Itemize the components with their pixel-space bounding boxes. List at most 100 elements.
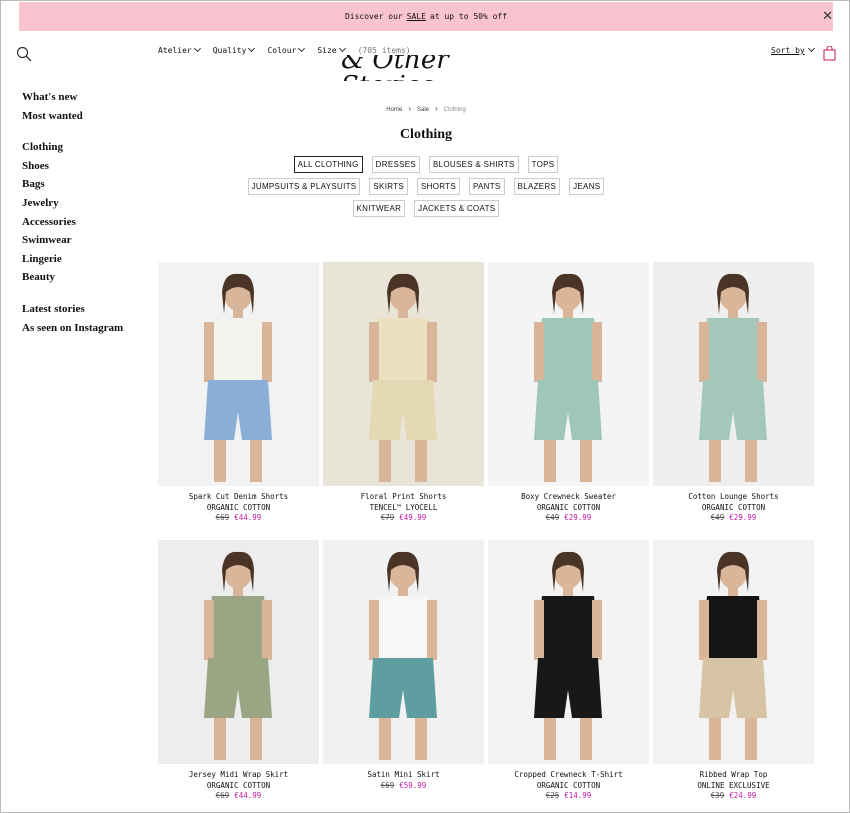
breadcrumb-current: Clothing: [443, 107, 466, 113]
breadcrumb-home[interactable]: Home: [386, 107, 402, 113]
product-card[interactable]: Cotton Lounge Shorts ORGANIC COTTON €49 €…: [653, 262, 814, 540]
category-blazers[interactable]: BLAZERS: [513, 178, 561, 195]
product-name[interactable]: Ribbed Wrap Top: [653, 770, 814, 781]
search-icon[interactable]: [16, 46, 32, 62]
category-blouses-shirts[interactable]: BLOUSES & SHIRTS: [429, 156, 519, 173]
product-card[interactable]: Cropped Crewneck T-Shirt ORGANIC COTTON …: [488, 540, 649, 812]
product-name[interactable]: Cotton Lounge Shorts: [653, 492, 814, 503]
page-title: Clothing: [399, 127, 453, 142]
page: Discover our SALE at up to 50% off ✕ Ate…: [0, 0, 850, 813]
product-price: €69 €44.99: [158, 513, 319, 524]
product-card[interactable]: Jersey Midi Wrap Skirt ORGANIC COTTON €6…: [158, 540, 319, 812]
category-skirts[interactable]: SKIRTS: [369, 178, 408, 195]
breadcrumb-sale[interactable]: Sale: [417, 107, 429, 113]
sidebar-item-lingerie[interactable]: Lingerie: [22, 253, 123, 272]
category-knitwear[interactable]: KNITWEAR: [352, 200, 406, 217]
product-image[interactable]: [323, 540, 484, 764]
product-card[interactable]: Boxy Crewneck Sweater ORGANIC COTTON €49…: [488, 262, 649, 540]
promo-text-before: Discover our: [344, 12, 403, 21]
sidebar-item-accessories[interactable]: Accessories: [22, 216, 123, 235]
product-image[interactable]: [653, 262, 814, 486]
category-tops[interactable]: TOPS: [527, 156, 559, 173]
product-sale-price: €29.99: [564, 513, 592, 522]
sidebar-item-bags[interactable]: Bags: [22, 178, 123, 197]
close-icon[interactable]: ✕: [822, 9, 833, 24]
sidebar-item-beauty[interactable]: Beauty: [22, 271, 123, 290]
product-sale-price: €24.99: [729, 791, 757, 800]
category-row: ALL CLOTHING DRESSES BLOUSES & SHIRTS TO…: [158, 156, 694, 173]
product-sale-price: €44.99: [234, 513, 262, 522]
promo-sale-link[interactable]: SALE: [407, 12, 426, 21]
product-info: Cotton Lounge Shorts ORGANIC COTTON €49 €…: [653, 486, 814, 524]
product-name[interactable]: Floral Print Shorts: [323, 492, 484, 503]
shopping-bag-icon[interactable]: [823, 46, 836, 61]
sidebar-item-instagram[interactable]: As seen on Instagram: [22, 322, 123, 341]
brand-logo-text: & Other Stories: [341, 55, 449, 81]
product-grid: Spark Cut Denim Shorts ORGANIC COTTON €6…: [158, 262, 814, 812]
promo-text-after: at up to 50% off: [430, 12, 508, 21]
filter-quality[interactable]: Quality: [213, 46, 255, 55]
category-all-clothing[interactable]: ALL CLOTHING: [293, 156, 363, 173]
category-jeans[interactable]: JEANS: [569, 178, 605, 195]
promo-banner[interactable]: Discover our SALE at up to 50% off ✕: [19, 2, 833, 31]
breadcrumb: Home › Sale › Clothing: [1, 104, 849, 113]
brand-logo[interactable]: & Other Stories: [341, 55, 511, 81]
product-image[interactable]: [323, 262, 484, 486]
product-old-price: €69: [215, 791, 230, 800]
product-old-price: €79: [380, 513, 395, 522]
product-material: ORGANIC COTTON: [701, 502, 766, 512]
product-price: €25 €14.99: [488, 791, 649, 802]
product-image[interactable]: [488, 262, 649, 486]
category-dresses[interactable]: DRESSES: [371, 156, 421, 173]
chevron-right-icon: ›: [408, 104, 411, 113]
product-info: Cropped Crewneck T-Shirt ORGANIC COTTON …: [488, 764, 649, 802]
product-sale-price: €49.99: [399, 513, 427, 522]
sort-by-dropdown[interactable]: Sort by: [771, 46, 814, 55]
category-pants[interactable]: PANTS: [468, 178, 505, 195]
sidebar-item-shoes[interactable]: Shoes: [22, 160, 123, 179]
product-image[interactable]: [158, 540, 319, 764]
product-name[interactable]: Spark Cut Denim Shorts: [158, 492, 319, 503]
chevron-right-icon: ›: [435, 104, 438, 113]
filter-colour[interactable]: Colour: [267, 46, 304, 55]
product-info: Ribbed Wrap Top ONLINE EXCLUSIVE €39 €24.…: [653, 764, 814, 802]
product-card[interactable]: Ribbed Wrap Top ONLINE EXCLUSIVE €39 €24.…: [653, 540, 814, 812]
sidebar-item-latest-stories[interactable]: Latest stories: [22, 303, 123, 322]
product-price: €69 €44.99: [158, 791, 319, 802]
product-info: Floral Print Shorts TENCEL™ LYOCELL €79 €…: [323, 486, 484, 524]
product-material: TENCEL™ LYOCELL: [369, 502, 438, 512]
product-sale-price: €14.99: [564, 791, 592, 800]
filter-atelier[interactable]: Atelier: [158, 46, 200, 55]
product-image[interactable]: [488, 540, 649, 764]
product-name[interactable]: Satin Mini Skirt: [323, 770, 484, 781]
product-card[interactable]: Spark Cut Denim Shorts ORGANIC COTTON €6…: [158, 262, 319, 540]
sidebar-item-jewelry[interactable]: Jewelry: [22, 197, 123, 216]
product-name[interactable]: Jersey Midi Wrap Skirt: [158, 770, 319, 781]
sidebar-item-swimwear[interactable]: Swimwear: [22, 234, 123, 253]
product-old-price: €69: [215, 513, 230, 522]
product-price: €79 €49.99: [323, 513, 484, 524]
product-info: Spark Cut Denim Shorts ORGANIC COTTON €6…: [158, 486, 319, 524]
product-card[interactable]: Satin Mini Skirt €69 €59.99: [323, 540, 484, 812]
category-row: KNITWEAR JACKETS & COATS: [158, 200, 694, 217]
category-filters: ALL CLOTHING DRESSES BLOUSES & SHIRTS TO…: [158, 156, 694, 222]
product-price: €49 €29.99: [488, 513, 649, 524]
product-price: €39 €24.99: [653, 791, 814, 802]
product-image[interactable]: [158, 262, 319, 486]
category-jackets-coats[interactable]: JACKETS & COATS: [414, 200, 500, 217]
product-material: ORGANIC COTTON: [206, 502, 271, 512]
product-name[interactable]: Boxy Crewneck Sweater: [488, 492, 649, 503]
product-card[interactable]: Floral Print Shorts TENCEL™ LYOCELL €79 €…: [323, 262, 484, 540]
category-shorts[interactable]: SHORTS: [416, 178, 460, 195]
item-count: (705 items): [357, 46, 411, 55]
product-sale-price: €44.99: [234, 791, 262, 800]
product-name[interactable]: Cropped Crewneck T-Shirt: [488, 770, 649, 781]
product-image[interactable]: [653, 540, 814, 764]
sidebar-item-clothing[interactable]: Clothing: [22, 141, 123, 160]
category-jumpsuits-playsuits[interactable]: JUMPSUITS & PLAYSUITS: [247, 178, 361, 195]
product-info: Boxy Crewneck Sweater ORGANIC COTTON €49…: [488, 486, 649, 524]
filter-size[interactable]: Size: [317, 46, 344, 55]
filter-bar: Atelier Quality Colour Size (705 items): [158, 46, 411, 55]
product-old-price: €25: [545, 791, 560, 800]
